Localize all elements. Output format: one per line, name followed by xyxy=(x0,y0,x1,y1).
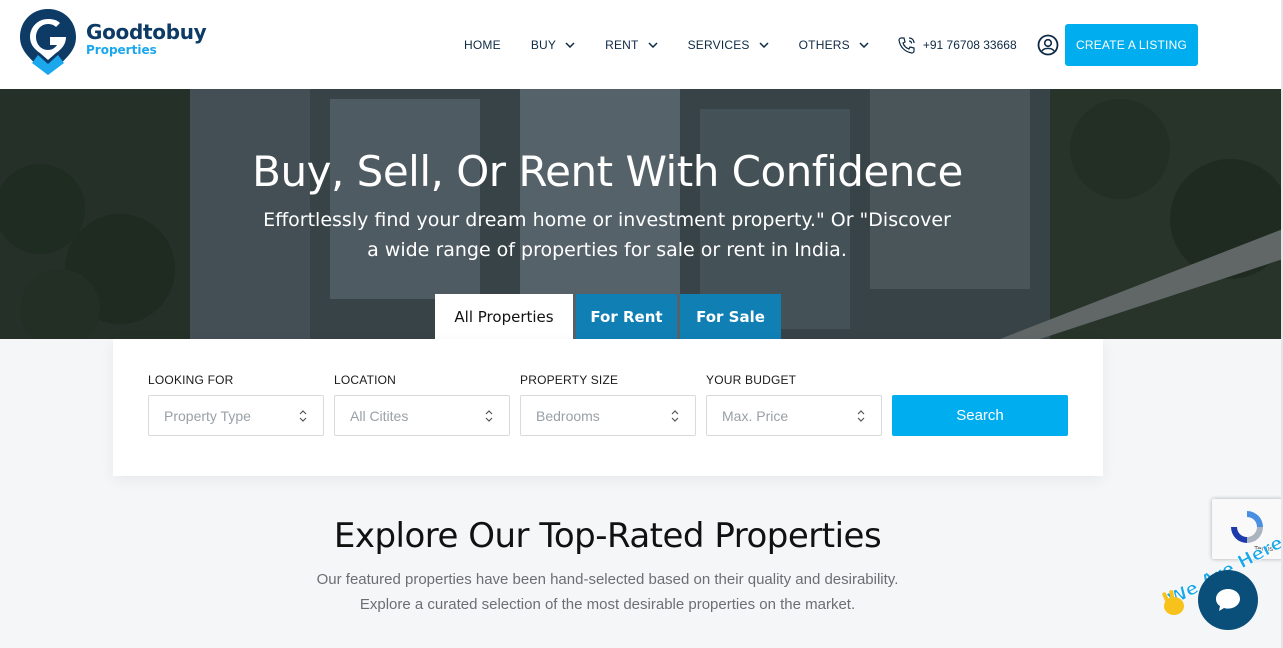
location-select[interactable]: All Citites xyxy=(334,395,510,436)
logo[interactable]: Goodtobuy Properties xyxy=(18,7,207,77)
tab-all-properties[interactable]: All Properties xyxy=(435,294,573,339)
property-type-select[interactable]: Property Type xyxy=(148,395,324,436)
phone-number: +91 76708 33668 xyxy=(922,37,1017,52)
hero-title: Buy, Sell, Or Rent With Confidence xyxy=(252,147,963,196)
tab-for-rent[interactable]: For Rent xyxy=(576,294,677,339)
field-label: LOCATION xyxy=(334,373,397,387)
nav-buy[interactable]: BUY xyxy=(531,38,575,52)
create-listing-button[interactable]: CREATE A LISTING xyxy=(1065,24,1198,66)
field-label: LOOKING FOR xyxy=(148,373,234,387)
site-header: Goodtobuy Properties HOME BUY RENT SERVI… xyxy=(0,0,1283,89)
nav-rent-label: RENT xyxy=(605,37,639,52)
chat-launcher-button[interactable] xyxy=(1198,570,1258,630)
select-value: All Citites xyxy=(350,407,409,424)
chevron-down-icon xyxy=(565,41,575,48)
user-account-icon[interactable] xyxy=(1037,34,1059,56)
select-arrows-icon xyxy=(671,410,679,422)
nav-others-label: OTHERS xyxy=(798,37,850,52)
section-title: Explore Our Top-Rated Properties xyxy=(333,516,882,556)
main-nav: HOME BUY RENT SERVICES OTHERS +91 76708 … xyxy=(464,0,1059,89)
brand-name: Goodtobuy xyxy=(86,20,207,44)
max-price-select[interactable]: Max. Price xyxy=(706,395,882,436)
chevron-down-icon xyxy=(859,41,869,48)
select-arrows-icon xyxy=(485,410,493,422)
nav-buy-label: BUY xyxy=(530,37,557,52)
field-location: LOCATION All Citites xyxy=(334,373,510,436)
property-tabs: All Properties For Rent For Sale xyxy=(435,294,784,339)
chat-bubble-icon xyxy=(1216,589,1240,611)
field-label: YOUR BUDGET xyxy=(706,373,797,387)
field-budget: YOUR BUDGET Max. Price xyxy=(706,373,882,436)
nav-home[interactable]: HOME xyxy=(464,38,501,52)
field-property-size: PROPERTY SIZE Bedrooms xyxy=(520,373,696,436)
chevron-down-icon xyxy=(759,41,769,48)
nav-rent[interactable]: RENT xyxy=(605,37,658,52)
field-label: PROPERTY SIZE xyxy=(520,373,619,387)
tab-for-sale[interactable]: For Sale xyxy=(680,294,781,339)
search-button[interactable]: Search xyxy=(892,395,1068,436)
select-value: Bedrooms xyxy=(536,407,600,424)
chevron-down-icon xyxy=(648,41,658,48)
brand-sub: Properties xyxy=(86,43,157,57)
section-description-line: Explore a curated selection of the most … xyxy=(359,596,856,613)
hero-subtitle: Effortlessly find your dream home or inv… xyxy=(263,209,951,261)
select-value: Property Type xyxy=(164,407,251,424)
logo-mark-icon xyxy=(20,9,76,75)
select-value: Max. Price xyxy=(722,407,789,424)
select-arrows-icon xyxy=(299,410,307,422)
section-description-line: Our featured properties have been hand-s… xyxy=(316,571,899,588)
phone-icon xyxy=(898,36,915,54)
select-arrows-icon xyxy=(857,410,865,422)
nav-home-label: HOME xyxy=(464,37,501,52)
bedrooms-select[interactable]: Bedrooms xyxy=(520,395,696,436)
nav-others[interactable]: OTHERS xyxy=(799,38,869,52)
nav-phone[interactable]: +91 76708 33668 xyxy=(897,36,1017,54)
nav-services[interactable]: SERVICES xyxy=(688,38,769,52)
section-description: Our featured properties have been hand-s… xyxy=(0,567,1215,617)
nav-services-label: SERVICES xyxy=(687,37,750,52)
search-panel: LOOKING FOR Property Type LOCATION All C… xyxy=(113,339,1103,476)
field-looking-for: LOOKING FOR Property Type xyxy=(148,373,324,436)
